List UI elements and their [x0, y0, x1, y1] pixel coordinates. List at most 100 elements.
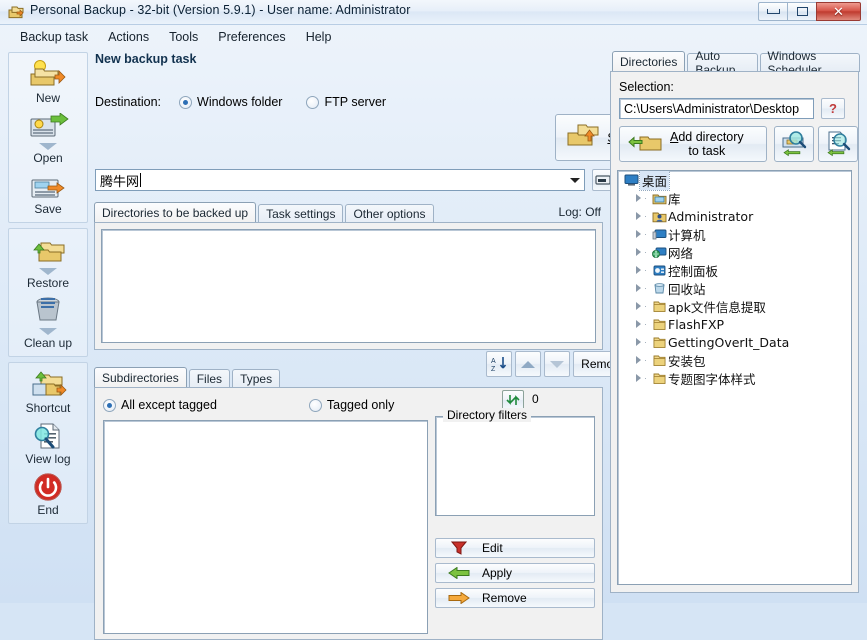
tab-types[interactable]: Types	[232, 369, 281, 388]
subdirectories-panel: All except tagged Tagged only Directory …	[94, 387, 603, 640]
destination-value: 腾牛网	[100, 174, 140, 190]
selection-input[interactable]: C:\Users\Administrator\Desktop	[619, 98, 814, 119]
chevron-down-icon[interactable]	[39, 268, 57, 275]
directory-filters-title: Directory filters	[443, 408, 532, 422]
close-button[interactable]: ✕	[816, 2, 861, 21]
folder-icon	[650, 354, 668, 367]
expand-arrow-icon[interactable]	[632, 356, 644, 364]
toolbar-new-button[interactable]: New	[9, 57, 87, 108]
tab-files[interactable]: Files	[188, 369, 231, 388]
tree-row-computer[interactable]: · 计算机	[618, 225, 851, 243]
expand-arrow-icon[interactable]	[632, 212, 644, 220]
radio-tagged-only[interactable]: Tagged only	[308, 398, 394, 412]
browse-drive-button[interactable]	[774, 126, 814, 162]
tree-row-administrator[interactable]: · Administrator	[618, 207, 851, 225]
selection-help-button[interactable]: ?	[821, 98, 845, 119]
expand-arrow-icon[interactable]	[632, 248, 644, 256]
destination-combo-field[interactable]: 腾牛网	[95, 169, 585, 191]
backup-directories-list[interactable]	[101, 229, 596, 343]
menu-preferences[interactable]: Preferences	[208, 27, 295, 47]
toolbar-save-button[interactable]: Save	[9, 168, 87, 219]
restore-folders-icon	[27, 235, 69, 266]
radio-ftp-server-dot	[306, 95, 320, 109]
menu-actions[interactable]: Actions	[98, 27, 159, 47]
sort-az-button[interactable]: A Z	[486, 351, 512, 377]
toolbar-end-button[interactable]: End	[9, 469, 87, 520]
subdirectories-list[interactable]	[103, 420, 428, 634]
tree-row-folder-setup[interactable]: · 安装包	[618, 351, 851, 369]
toolbar-viewlog-button[interactable]: View log	[9, 418, 87, 469]
directory-tree[interactable]: 桌面 · 库 · Administrator · 计算机 · 网络 · 控制面板…	[617, 170, 852, 585]
minimize-button[interactable]	[758, 2, 787, 21]
tab-directories[interactable]: Directories	[612, 51, 686, 72]
directory-filters-list[interactable]	[435, 416, 595, 516]
expand-arrow-icon[interactable]	[632, 230, 644, 238]
folder-icon	[650, 300, 668, 313]
tab-auto-backup[interactable]: Auto Backup	[687, 49, 758, 77]
sort-az-icon: A Z	[491, 357, 507, 373]
tab-windows-scheduler[interactable]: Windows Scheduler	[759, 49, 860, 77]
chevron-down-icon[interactable]	[39, 143, 57, 150]
toolbar-shortcut-label: Shortcut	[25, 401, 71, 415]
expand-arrow-icon[interactable]	[632, 320, 644, 328]
filter-apply-label: Apply	[482, 566, 513, 580]
toolbar-restore-button[interactable]: Restore	[9, 233, 87, 293]
tree-row-folder-apk[interactable]: · apk文件信息提取	[618, 297, 851, 315]
add-directory-to-task-button[interactable]: Add directory to task	[619, 126, 767, 162]
expand-arrow-icon[interactable]	[632, 338, 644, 346]
window-title: Personal Backup - 32-bit (Version 5.9.1)…	[30, 3, 411, 17]
expand-arrow-icon[interactable]	[632, 302, 644, 310]
tree-label-setup: 安装包	[668, 353, 706, 369]
menu-tools[interactable]: Tools	[159, 27, 208, 47]
move-down-button[interactable]	[544, 351, 570, 377]
menu-help[interactable]: Help	[296, 27, 342, 47]
swap-tagging-button[interactable]	[502, 390, 524, 410]
filter-edit-button[interactable]: Edit	[435, 538, 595, 558]
maximize-button[interactable]	[787, 2, 816, 21]
toolbar-group-restore: Restore Clean up	[8, 228, 88, 357]
toolbar-group-misc: Shortcut View log End	[8, 362, 88, 524]
close-icon: ✕	[833, 4, 844, 19]
text-caret	[140, 173, 142, 187]
destination-dropdown-arrow[interactable]	[570, 170, 580, 190]
tree-row-folder-gettingoverit[interactable]: · GettingOverIt_Data	[618, 333, 851, 351]
filter-apply-button[interactable]: Apply	[435, 563, 595, 583]
tab-task-settings[interactable]: Task settings	[258, 204, 344, 223]
toolbar-cleanup-label: Clean up	[23, 336, 73, 350]
menu-backup-task[interactable]: Backup task	[10, 27, 98, 47]
tab-other-options[interactable]: Other options	[345, 204, 434, 223]
tab-directories-to-be-backed-up[interactable]: Directories to be backed up	[94, 202, 257, 223]
tree-row-control-panel[interactable]: · 控制面板	[618, 261, 851, 279]
backup-app-icon	[8, 4, 25, 20]
filter-remove-button[interactable]: Remove	[435, 588, 595, 608]
move-up-button[interactable]	[515, 351, 541, 377]
add-directory-line2: to task	[688, 144, 726, 158]
tree-row-folder-fontstyles[interactable]: · 专题图字体样式	[618, 369, 851, 387]
tree-row-network[interactable]: · 网络	[618, 243, 851, 261]
tree-label-gettingoverit: GettingOverIt_Data	[668, 334, 790, 350]
radio-windows-folder[interactable]: Windows folder	[179, 95, 282, 109]
browse-file-button[interactable]	[818, 126, 858, 162]
expand-arrow-icon[interactable]	[632, 374, 644, 382]
tab-subdirectories[interactable]: Subdirectories	[94, 367, 187, 388]
triangle-down-icon	[550, 360, 564, 368]
destination-combo[interactable]: 腾牛网	[95, 169, 585, 191]
radio-all-except-tagged-dot	[103, 398, 116, 412]
toolbar-shortcut-button[interactable]: Shortcut	[9, 367, 87, 418]
menu-bar: Backup task Actions Tools Preferences He…	[0, 25, 867, 49]
tree-row-desktop[interactable]: 桌面	[618, 171, 851, 191]
expand-arrow-icon[interactable]	[632, 194, 644, 202]
tree-row-folder-flashfxp[interactable]: · FlashFXP	[618, 315, 851, 333]
chevron-down-icon[interactable]	[39, 328, 57, 335]
toolbar-cleanup-button[interactable]: Clean up	[9, 293, 87, 353]
tree-row-recycle-bin[interactable]: · 回收站	[618, 279, 851, 297]
control-panel-icon	[650, 264, 668, 277]
expand-arrow-icon[interactable]	[632, 284, 644, 292]
radio-all-except-tagged[interactable]: All except tagged	[103, 398, 217, 412]
add-directory-label: Add directory to task	[670, 130, 744, 158]
radio-ftp-server[interactable]: FTP server	[306, 95, 386, 109]
tree-row-library[interactable]: · 库	[618, 189, 851, 207]
expand-arrow-icon[interactable]	[632, 266, 644, 274]
toolbar-open-button[interactable]: Open	[9, 108, 87, 168]
drive-icon	[595, 175, 611, 185]
